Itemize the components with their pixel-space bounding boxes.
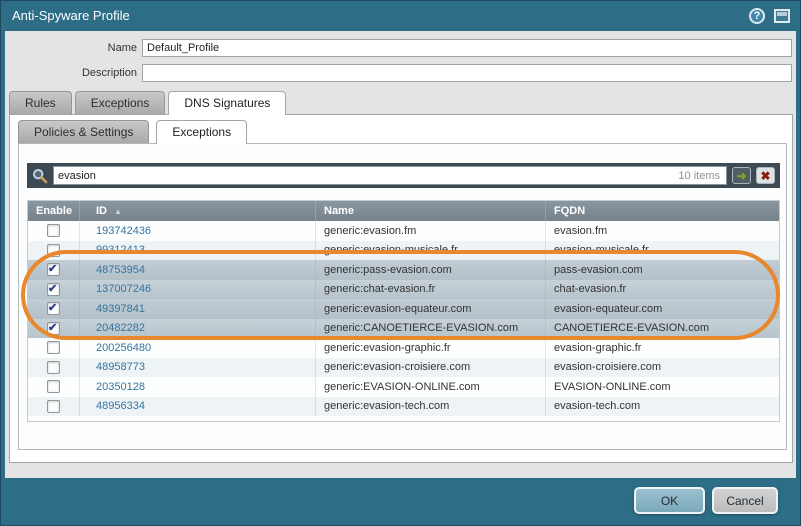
cell-id[interactable]: 137007246: [80, 280, 316, 300]
cell-fqdn: evasion-graphic.fr: [546, 338, 779, 358]
cell-id[interactable]: 193742436: [80, 221, 316, 241]
subtab-policies-settings[interactable]: Policies & Settings: [18, 120, 149, 143]
main-tabs: Rules Exceptions DNS Signatures: [9, 91, 286, 115]
search-input[interactable]: [54, 168, 678, 183]
cell-id[interactable]: 48958773: [80, 358, 316, 378]
enable-cell: [28, 299, 80, 319]
cell-name: generic:evasion-croisiere.com: [316, 358, 546, 378]
cell-fqdn: pass-evasion.com: [546, 260, 779, 280]
enable-cell: [28, 358, 80, 378]
table-row[interactable]: 48956334 generic:evasion-tech.com evasio…: [28, 397, 779, 417]
table-row[interactable]: 99312413 generic:evasion-musicale.fr eva…: [28, 241, 779, 261]
table-row[interactable]: 20482282 generic:CANOETIERCE-EVASION.com…: [28, 319, 779, 339]
table-row[interactable]: 49397841 generic:evasion-equateur.com ev…: [28, 299, 779, 319]
enable-cell: [28, 241, 80, 261]
enable-checkbox[interactable]: [47, 283, 60, 296]
cell-id[interactable]: 99312413: [80, 241, 316, 261]
description-label: Description: [7, 67, 137, 79]
enable-checkbox[interactable]: [47, 263, 60, 276]
enable-cell: [28, 338, 80, 358]
cell-id[interactable]: 48753954: [80, 260, 316, 280]
cell-name: generic:chat-evasion.fr: [316, 280, 546, 300]
cell-name: generic:pass-evasion.com: [316, 260, 546, 280]
table-header: Enable ID ▲ Name FQDN: [28, 201, 779, 221]
apply-filter-button[interactable]: ➜: [732, 167, 751, 184]
enable-checkbox[interactable]: [47, 341, 60, 354]
cancel-button[interactable]: Cancel: [712, 487, 778, 514]
column-header-fqdn[interactable]: FQDN: [546, 201, 779, 221]
tab-rules[interactable]: Rules: [9, 91, 72, 114]
column-header-enable[interactable]: Enable: [28, 201, 80, 221]
name-label: Name: [7, 42, 137, 54]
items-count: 10 items: [678, 170, 726, 182]
enable-checkbox[interactable]: [47, 224, 60, 237]
tab-exceptions[interactable]: Exceptions: [75, 91, 166, 114]
anti-spyware-profile-dialog: Anti-Spyware Profile ? Name Description …: [0, 0, 801, 526]
table-row[interactable]: 20350128 generic:EVASION-ONLINE.com EVAS…: [28, 377, 779, 397]
exceptions-subpanel: 10 items ➜ ✖ Enable ID ▲ Name FQDN: [18, 143, 787, 450]
cell-name: generic:evasion-tech.com: [316, 397, 546, 417]
table-row[interactable]: 137007246 generic:chat-evasion.fr chat-e…: [28, 280, 779, 300]
ok-button[interactable]: OK: [634, 487, 705, 514]
cell-fqdn: chat-evasion.fr: [546, 280, 779, 300]
cell-fqdn: evasion-musicale.fr: [546, 241, 779, 261]
enable-cell: [28, 260, 80, 280]
cell-name: generic:evasion.fm: [316, 221, 546, 241]
table-row[interactable]: 200256480 generic:evasion-graphic.fr eva…: [28, 338, 779, 358]
name-field[interactable]: [142, 39, 792, 57]
cell-fqdn: evasion-tech.com: [546, 397, 779, 417]
enable-checkbox[interactable]: [47, 244, 60, 257]
cell-fqdn: EVASION-ONLINE.com: [546, 377, 779, 397]
cell-name: generic:evasion-musicale.fr: [316, 241, 546, 261]
table-row[interactable]: 48753954 generic:pass-evasion.com pass-e…: [28, 260, 779, 280]
sort-ascending-icon: ▲: [114, 207, 122, 216]
cell-id[interactable]: 48956334: [80, 397, 316, 417]
column-header-id[interactable]: ID ▲: [80, 201, 316, 221]
help-icon[interactable]: ?: [749, 8, 765, 24]
enable-checkbox[interactable]: [47, 400, 60, 413]
description-field[interactable]: [142, 64, 792, 82]
cell-id[interactable]: 20482282: [80, 319, 316, 339]
sub-tabs: Policies & Settings Exceptions: [18, 120, 247, 143]
enable-cell: [28, 280, 80, 300]
enable-checkbox[interactable]: [47, 302, 60, 315]
dns-signatures-panel: Policies & Settings Exceptions 10 items …: [9, 114, 793, 463]
table-row[interactable]: 48958773 generic:evasion-croisiere.com e…: [28, 358, 779, 378]
clear-filter-button[interactable]: ✖: [756, 167, 775, 184]
dialog-titlebar: Anti-Spyware Profile ?: [1, 1, 800, 31]
cell-name: generic:EVASION-ONLINE.com: [316, 377, 546, 397]
search-icon: [32, 168, 48, 184]
cell-fqdn: evasion-equateur.com: [546, 299, 779, 319]
subtab-exceptions[interactable]: Exceptions: [156, 120, 247, 144]
dialog-body: Name Description Rules Exceptions DNS Si…: [5, 31, 796, 478]
search-toolbar: 10 items ➜ ✖: [27, 163, 780, 188]
tab-dns-signatures[interactable]: DNS Signatures: [168, 91, 286, 115]
cell-name: generic:CANOETIERCE-EVASION.com: [316, 319, 546, 339]
cell-name: generic:evasion-graphic.fr: [316, 338, 546, 358]
maximize-icon[interactable]: [774, 9, 790, 23]
enable-cell: [28, 397, 80, 417]
dialog-title: Anti-Spyware Profile: [12, 1, 130, 31]
dns-exceptions-table: Enable ID ▲ Name FQDN 193742436 generic:…: [27, 200, 780, 422]
cell-name: generic:evasion-equateur.com: [316, 299, 546, 319]
cell-id[interactable]: 49397841: [80, 299, 316, 319]
cell-fqdn: evasion.fm: [546, 221, 779, 241]
cell-id[interactable]: 200256480: [80, 338, 316, 358]
enable-checkbox[interactable]: [47, 361, 60, 374]
cell-fqdn: evasion-croisiere.com: [546, 358, 779, 378]
enable-checkbox[interactable]: [47, 322, 60, 335]
table-row[interactable]: 193742436 generic:evasion.fm evasion.fm: [28, 221, 779, 241]
search-field-wrap: 10 items: [53, 166, 727, 185]
enable-cell: [28, 221, 80, 241]
column-header-name[interactable]: Name: [316, 201, 546, 221]
enable-cell: [28, 377, 80, 397]
cell-id[interactable]: 20350128: [80, 377, 316, 397]
enable-checkbox[interactable]: [47, 380, 60, 393]
cell-fqdn: CANOETIERCE-EVASION.com: [546, 319, 779, 339]
enable-cell: [28, 319, 80, 339]
table-body: 193742436 generic:evasion.fm evasion.fm …: [28, 221, 779, 416]
